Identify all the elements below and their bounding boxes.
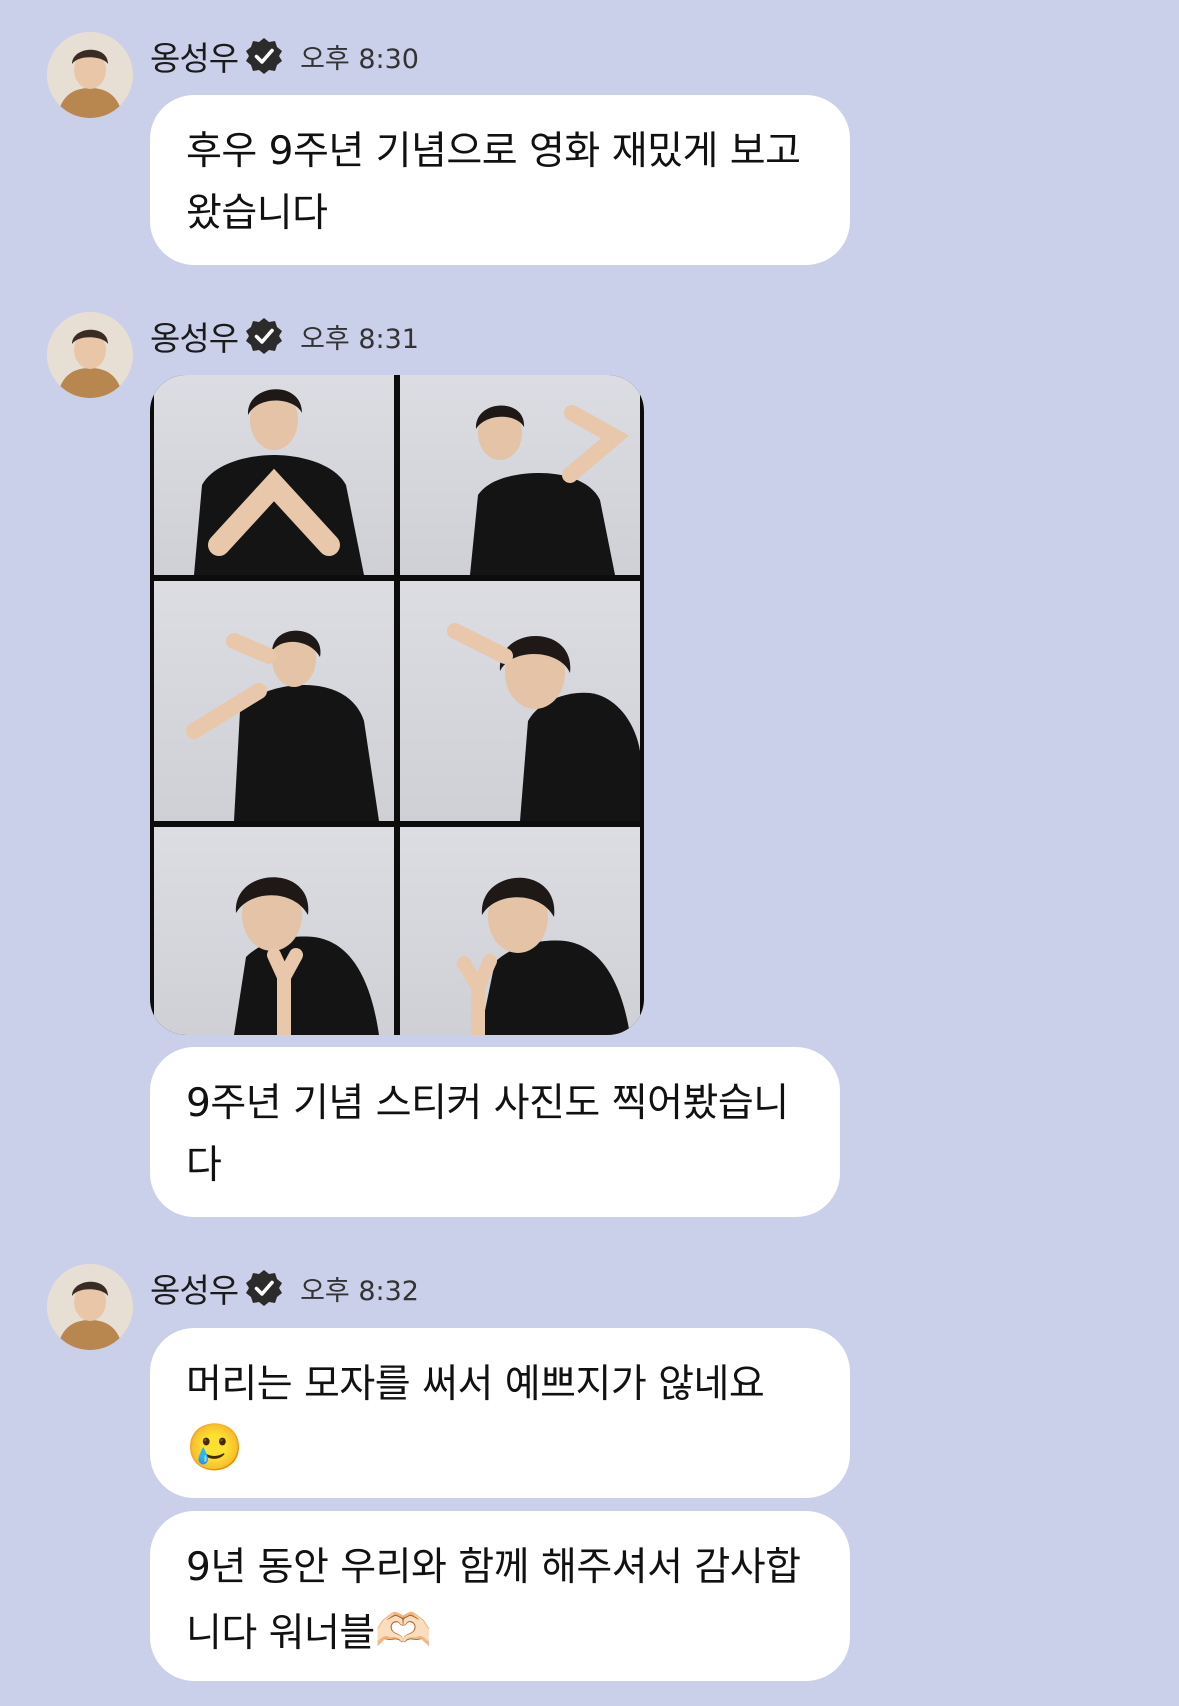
photo-cell <box>154 827 394 1035</box>
crying-smile-emoji-icon: 🥲 <box>186 1420 243 1474</box>
verified-badge-icon <box>244 316 284 356</box>
photo-cell <box>400 375 640 575</box>
message-bubble[interactable]: 후우 9주년 기념으로 영화 재밌게 보고 왔습니다 <box>150 95 850 265</box>
avatar[interactable] <box>47 312 133 398</box>
photo-cell <box>154 375 394 575</box>
verified-badge-icon <box>244 1268 284 1308</box>
avatar[interactable] <box>47 32 133 118</box>
message-header: 옹성우 오후 8:30 <box>150 28 419 84</box>
message-text: 머리는 모자를 써서 예쁘지가 않네요 <box>186 1362 765 1407</box>
sticker-photo-grid[interactable] <box>150 375 644 1035</box>
sender-name[interactable]: 옹성우 <box>150 312 239 360</box>
verified-badge-icon <box>244 36 284 76</box>
message-text: 9년 동안 우리와 함께 해주셔서 감사합니다 워너블 <box>186 1545 801 1656</box>
sender-name[interactable]: 옹성우 <box>150 1264 239 1312</box>
message-text: 후우 9주년 기념으로 영화 재밌게 보고 왔습니다 <box>186 129 801 236</box>
message-header: 옹성우 오후 8:31 <box>150 308 419 364</box>
message-header: 옹성우 오후 8:32 <box>150 1260 419 1316</box>
message-bubble[interactable]: 9주년 기념 스티커 사진도 찍어봤습니다 <box>150 1047 840 1217</box>
message-time: 오후 8:32 <box>300 1275 419 1307</box>
message-bubble[interactable]: 9년 동안 우리와 함께 해주셔서 감사합니다 워너블🫶🏻 <box>150 1511 850 1681</box>
avatar[interactable] <box>47 1264 133 1350</box>
photo-cell <box>400 827 640 1035</box>
photo-cell <box>400 581 640 821</box>
sender-name[interactable]: 옹성우 <box>150 32 239 80</box>
message-bubble[interactable]: 머리는 모자를 써서 예쁘지가 않네요 🥲 <box>150 1328 850 1498</box>
photo-cell <box>154 581 394 821</box>
message-text: 9주년 기념 스티커 사진도 찍어봤습니다 <box>186 1081 789 1188</box>
message-time: 오후 8:30 <box>300 43 419 75</box>
heart-hands-emoji-icon: 🫶🏻 <box>374 1603 432 1657</box>
message-time: 오후 8:31 <box>300 323 419 355</box>
